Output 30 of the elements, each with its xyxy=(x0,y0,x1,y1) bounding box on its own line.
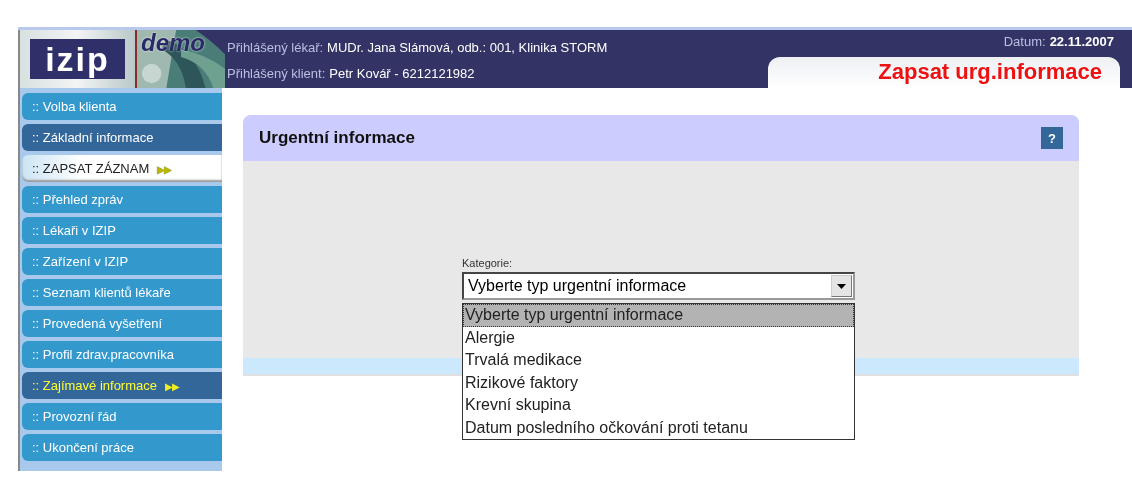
menu-item[interactable]: :: Zařízení v IZIP xyxy=(22,248,222,275)
field-label: Kategorie: xyxy=(462,257,514,269)
date-label: Datum: xyxy=(1003,34,1046,49)
menu-item[interactable]: :: ZAPSAT ZÁZNAM ▶▶ xyxy=(22,155,222,182)
izip-logo: izip xyxy=(30,39,125,79)
doctor-label: Přihlášený lékař: xyxy=(227,39,324,55)
menu-item[interactable]: :: Ukončení práce xyxy=(22,434,222,461)
dropdown-option[interactable]: Vyberte typ urgentní informace xyxy=(463,304,854,327)
dropdown-option[interactable]: Alergie xyxy=(463,326,854,349)
menu-item[interactable]: :: Profil zdrav.pracovníka xyxy=(22,341,222,368)
menu-item[interactable]: :: Seznam klientů lékaře xyxy=(22,279,222,306)
menu-item[interactable]: :: Provozní řád xyxy=(22,403,222,430)
panel-title: Urgentní informace xyxy=(259,128,415,148)
menu-item[interactable]: :: Lékaři v IZIP xyxy=(22,217,222,244)
menu-item[interactable]: :: Základní informace xyxy=(22,124,222,151)
doctor-name: MUDr. Jana Slámová, odb.: 001, Klinika STORM xyxy=(327,39,608,55)
client-name: Petr Kovář - 6212121982 xyxy=(329,65,475,81)
menu-item[interactable]: :: Provedená vyšetření xyxy=(22,310,222,337)
menu-item[interactable]: :: Zajímavé informace ▶▶ xyxy=(22,372,222,399)
dropdown-option[interactable]: Krevní skupina xyxy=(463,394,854,417)
category-dropdown[interactable]: Vyberte typ urgentní informace xyxy=(462,272,855,300)
help-button[interactable]: ? xyxy=(1041,127,1063,149)
dropdown-option[interactable]: Rizikové faktory xyxy=(463,371,854,394)
date-value: 22.11.2007 xyxy=(1049,34,1114,49)
menu-item[interactable]: :: Přehled zpráv xyxy=(22,186,222,213)
page-title: Zapsat urg.informace xyxy=(768,57,1120,88)
client-label: Přihlášený klient: xyxy=(227,65,326,81)
menu-item[interactable]: :: Volba klienta xyxy=(22,93,222,120)
dropdown-option[interactable]: Trvalá medikace xyxy=(463,349,854,372)
dropdown-option[interactable]: Datum posledního očkování proti tetanu xyxy=(463,416,854,439)
